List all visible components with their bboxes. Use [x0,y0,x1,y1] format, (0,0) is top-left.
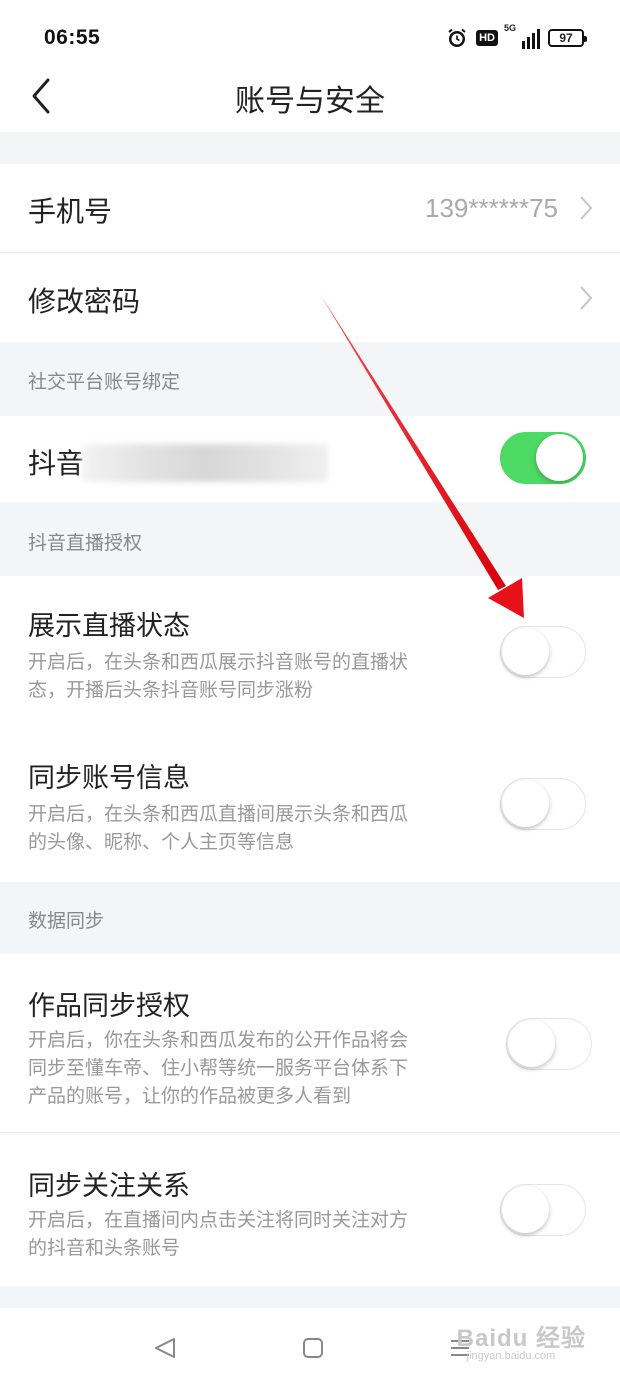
back-triangle-icon[interactable] [152,1336,178,1360]
toggle-knob [502,1186,549,1233]
setting-title: 作品同步授权 [28,991,190,1022]
works-sync-toggle[interactable] [506,1018,592,1070]
phone-row[interactable]: 手机号 139******75 [0,164,620,252]
douyin-binding-row: 抖音 [0,416,620,502]
chevron-right-icon [580,196,593,220]
setting-title: 同步关注关系 [28,1171,190,1202]
status-bar: 06:55 HD 5G 97 [0,0,620,72]
toggle-knob [508,1020,555,1067]
phone-value: 139******75 [424,193,558,223]
douyin-binding-toggle[interactable] [500,432,586,484]
setting-description: 开启后，你在头条和西瓜发布的公开作品将会 同步至懂车帝、住小帮等统一服务平台体系… [28,1029,409,1107]
watermark-logo: Baidu 经验 [456,1325,586,1352]
divider [0,1132,620,1133]
status-icons: HD 5G 97 [446,23,587,52]
sync-follow-toggle[interactable] [500,1184,586,1236]
signal-icon: 5G [504,23,540,49]
setting-description: 开启后，在直播间内点击关注将同时关注对方 的抖音和头条账号 [28,1209,409,1259]
toggle-knob [502,780,549,827]
data-sync-list: 作品同步授权 开启后，你在头条和西瓜发布的公开作品将会 同步至懂车帝、住小帮等统… [0,954,620,1286]
change-password-row[interactable]: 修改密码 [0,254,620,342]
nav-bar: 账号与安全 [0,72,620,132]
section-title: 抖音直播授权 [28,532,143,554]
status-time: 06:55 [44,26,101,49]
live-auth-list: 展示直播状态 开启后，在头条和西瓜展示抖音账号的直播状 态，开播后头条抖音账号同… [0,576,620,882]
section-header-social: 社交平台账号绑定 [0,342,620,416]
network-type: 5G [504,23,517,33]
page-title: 账号与安全 [235,84,385,119]
setting-description: 开启后，在头条和西瓜直播间展示头条和西瓜 的头像、昵称、个人主页等信息 [28,803,409,853]
hd-icon: HD [476,30,498,46]
divider [0,252,620,253]
home-square-icon[interactable] [301,1336,325,1360]
battery-icon: 97 [548,29,587,47]
toggle-knob [536,434,583,481]
phone-label: 手机号 [28,195,113,228]
douyin-label: 抖音 [28,447,85,480]
battery-level: 97 [559,31,573,45]
alarm-icon [448,28,466,47]
setting-title: 展示直播状态 [28,611,190,642]
sync-account-info-toggle[interactable] [500,778,586,830]
watermark-url: jingyan.baidu.com [466,1350,556,1362]
change-password-label: 修改密码 [28,285,141,318]
toggle-knob [502,628,549,675]
setting-description: 开启后，在头条和西瓜展示抖音账号的直播状 态，开播后头条抖音账号同步涨粉 [28,651,409,701]
section-title: 数据同步 [28,910,105,932]
section-header-live-auth: 抖音直播授权 [0,502,620,576]
blurred-account-name [82,444,328,482]
section-header-data-sync: 数据同步 [0,882,620,954]
section-title: 社交平台账号绑定 [28,371,181,393]
show-live-status-toggle[interactable] [500,626,586,678]
chevron-right-icon [580,286,593,310]
setting-title: 同步账号信息 [28,763,190,794]
baidu-watermark: Baidu 经验 jingyan.baidu.com [456,1318,586,1362]
